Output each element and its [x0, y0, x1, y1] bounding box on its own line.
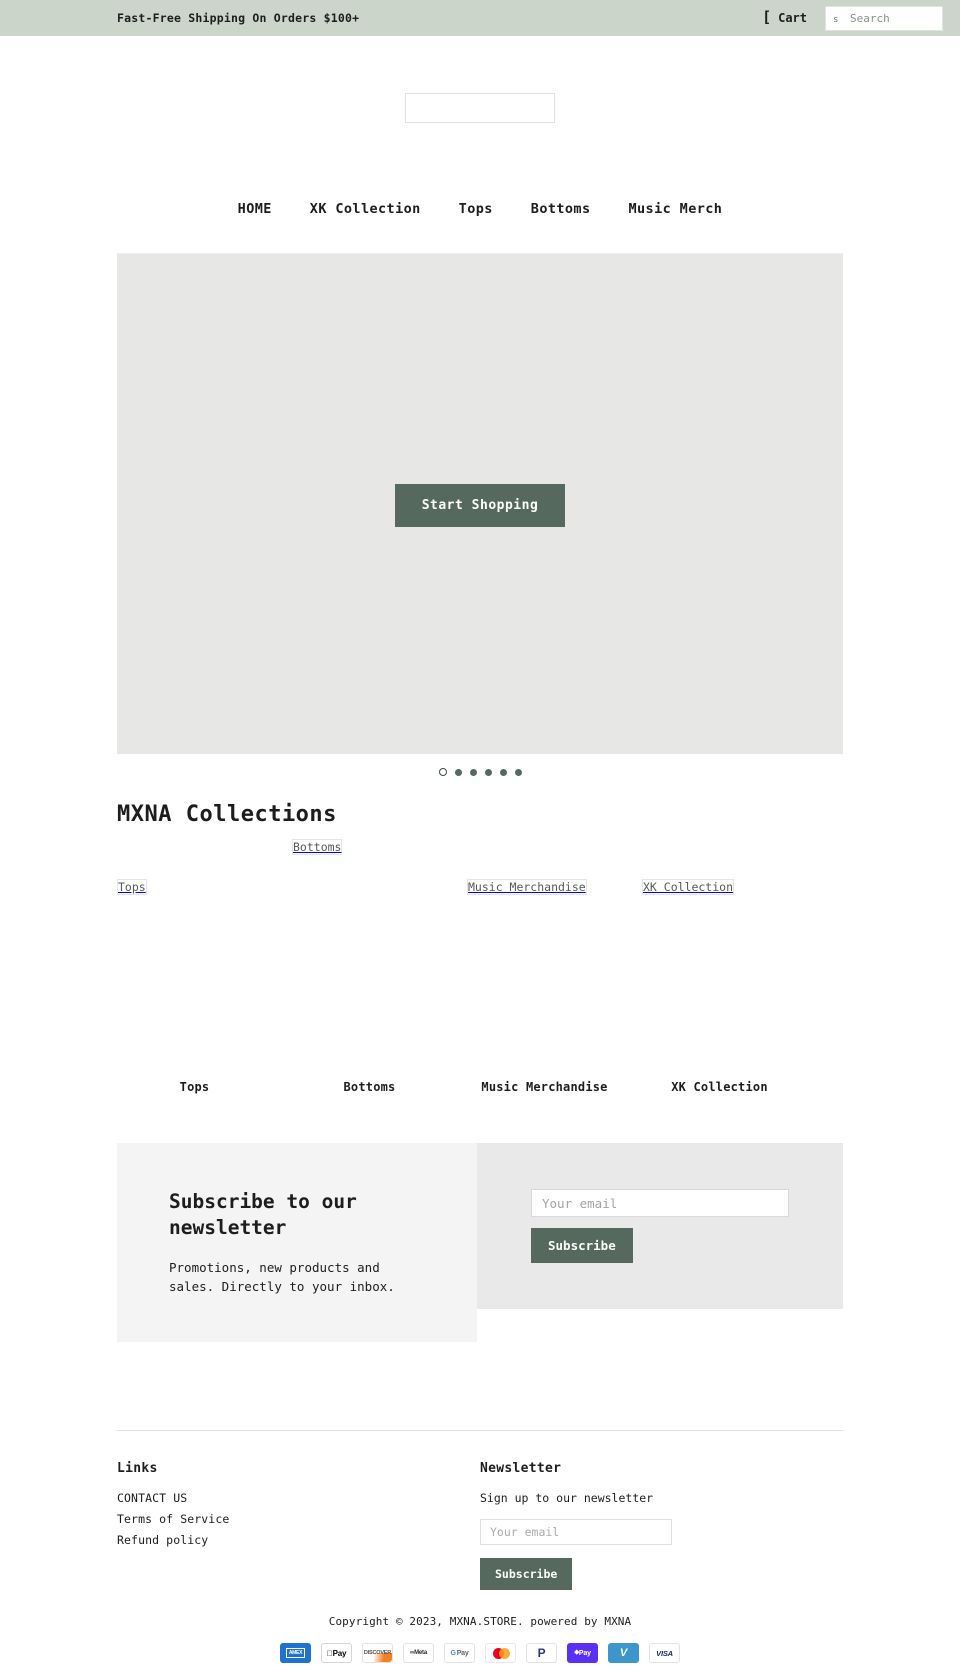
search-input[interactable] — [826, 6, 942, 30]
footer-newsletter-column: Newsletter Sign up to our newsletter Sub… — [480, 1461, 843, 1591]
collection-card-bottoms[interactable]: Bottoms — [292, 836, 447, 855]
collections-section: MXNA Collections Tops Tops Bottoms Botto… — [117, 802, 843, 1105]
newsletter-promo-heading: Subscribe to our newsletter — [169, 1190, 357, 1240]
visa-label: VISA — [656, 1648, 673, 1658]
footer-newsletter-heading: Newsletter — [480, 1461, 562, 1477]
promo-subscribe-button[interactable]: Subscribe — [531, 1228, 633, 1263]
collection-image-xk-collection: XK Collection — [642, 879, 735, 895]
collection-caption-tops: Tops — [179, 1080, 210, 1094]
start-shopping-button[interactable]: Start Shopping — [394, 483, 566, 527]
newsletter-promo-section: Subscribe to our newsletter Promotions, … — [117, 1143, 843, 1343]
discover-icon: DISCOVER — [362, 1643, 393, 1664]
footer-links-heading: Links — [117, 1461, 158, 1477]
collection-image-tops: Tops — [117, 879, 147, 895]
google-pay-label: Pay — [456, 1649, 469, 1657]
newsletter-promo-subtext: Promotions, new products and sales. Dire… — [169, 1259, 395, 1294]
visa-icon: VISA — [649, 1643, 680, 1664]
apple-pay-label: Pay — [329, 1648, 347, 1658]
footer-link-terms-of-service[interactable]: Terms of Service — [117, 1512, 480, 1526]
collection-caption-bottoms: Bottoms — [343, 1080, 396, 1094]
collections-grid: Tops Tops Bottoms Bottoms Music Merchand… — [117, 835, 843, 1105]
footer-newsletter-text: Sign up to our newsletter — [480, 1491, 654, 1506]
collection-caption-music-merchandise: Music Merchandise — [481, 1080, 608, 1094]
american-express-icon: AMEX — [280, 1643, 311, 1664]
apple-pay-icon: Pay — [321, 1643, 352, 1664]
payment-methods: AMEX Pay DISCOVER ∞Meta GPay P ⬥Pay V V… — [0, 1643, 960, 1664]
discover-label: DISCOVER — [363, 1650, 392, 1657]
nav-item-home[interactable]: HOME — [219, 201, 291, 217]
collection-card-xk-collection[interactable]: XK Collection — [642, 876, 797, 895]
google-g-glyph: G — [450, 1649, 456, 1657]
shopping-bag-icon: [ — [762, 7, 772, 26]
cart-button[interactable]: [ Cart — [762, 7, 807, 26]
cart-label: Cart — [778, 11, 807, 25]
paypal-label: P — [537, 1646, 546, 1661]
meta-pay-label: Meta — [414, 1650, 427, 1657]
hero-slideshow: Start Shopping — [117, 253, 843, 754]
store-logo[interactable] — [405, 93, 555, 123]
slide-dot-6[interactable] — [514, 768, 522, 776]
collection-card-music-merchandise[interactable]: Music Merchandise — [467, 876, 622, 895]
slideshow-pagination — [0, 754, 960, 776]
footer-link-contact-us[interactable]: CONTACT US — [117, 1491, 480, 1505]
mastercard-icon — [485, 1643, 516, 1664]
copyright-text: Copyright © 2023, MXNA.STORE. powered by… — [328, 1615, 632, 1629]
nav-item-tops[interactable]: Tops — [440, 201, 512, 217]
google-pay-icon: G Pay — [444, 1643, 475, 1664]
main-navigation: HOME XK Collection Tops Bottoms Music Me… — [0, 201, 960, 253]
nav-item-bottoms[interactable]: Bottoms — [512, 201, 610, 217]
footer-link-refund-policy[interactable]: Refund policy — [117, 1533, 480, 1547]
slide-dot-4[interactable] — [484, 768, 492, 776]
slide-dot-1[interactable] — [438, 768, 447, 776]
shop-pay-label: Pay — [578, 1649, 591, 1657]
venmo-label: V — [619, 1647, 628, 1660]
search-box[interactable]: s — [825, 5, 943, 31]
paypal-icon: P — [526, 1643, 557, 1664]
announcement-bar: Fast-Free Shipping On Orders $100+ [ Car… — [0, 0, 960, 36]
collection-image-music-merchandise: Music Merchandise — [467, 879, 587, 895]
slide-dot-2[interactable] — [454, 768, 462, 776]
meta-pay-icon: ∞ Meta — [403, 1643, 434, 1664]
amex-label: AMEX — [285, 1648, 306, 1659]
collection-caption-xk-collection: XK Collection — [671, 1080, 768, 1094]
announcement-text: Fast-Free Shipping On Orders $100+ — [117, 11, 360, 25]
announcement-actions: [ Cart s — [762, 5, 943, 31]
footer-links-column: Links CONTACT US Terms of Service Refund… — [117, 1461, 480, 1590]
footer-email-input[interactable] — [480, 1519, 672, 1546]
nav-item-xk-collection[interactable]: XK Collection — [291, 201, 440, 217]
mastercard-right-circle — [499, 1648, 510, 1660]
collection-image-bottoms: Bottoms — [292, 839, 343, 855]
footer-subscribe-button[interactable]: Subscribe — [480, 1558, 573, 1591]
promo-email-input[interactable] — [531, 1189, 789, 1217]
slide-dot-3[interactable] — [469, 768, 477, 776]
collections-heading: MXNA Collections — [117, 802, 337, 827]
shop-pay-icon: ⬥ Pay — [567, 1643, 598, 1664]
newsletter-promo-copy: Subscribe to our newsletter Promotions, … — [117, 1143, 477, 1343]
storefront-page: Fast-Free Shipping On Orders $100+ [ Car… — [0, 0, 960, 1664]
collection-card-tops[interactable]: Tops — [117, 876, 272, 895]
logo-area — [0, 36, 960, 201]
newsletter-promo-form: Subscribe — [477, 1143, 843, 1309]
slide-dot-5[interactable] — [499, 768, 507, 776]
site-footer: Links CONTACT US Terms of Service Refund… — [117, 1430, 843, 1591]
nav-item-music-merch[interactable]: Music Merch — [610, 201, 742, 217]
venmo-icon: V — [608, 1643, 639, 1664]
search-submit-button[interactable]: s — [833, 15, 838, 25]
